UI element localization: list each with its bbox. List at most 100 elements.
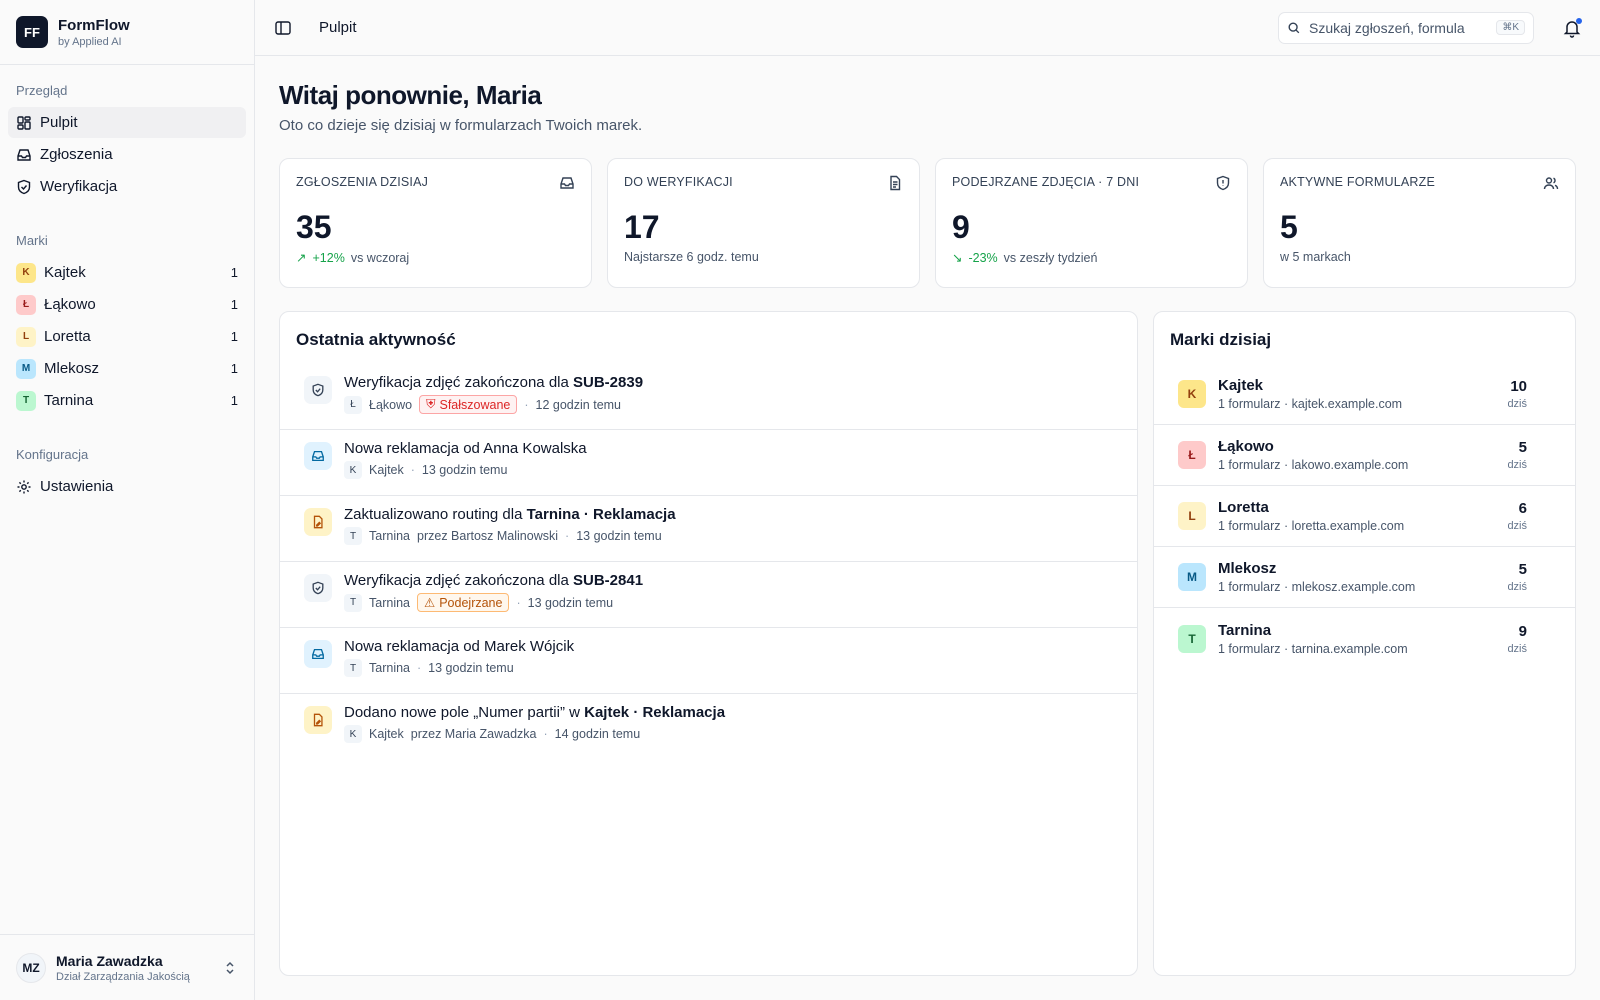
inbox-icon xyxy=(17,148,31,161)
activity-title-text: Weryfikacja zdjęć zakończona dla xyxy=(344,374,573,391)
panels-row: Ostatnia aktywność Weryfikacja zdjęć zak… xyxy=(279,311,1576,976)
brand-badge: Ł xyxy=(16,294,36,315)
user-department: Dział Zarządzania Jakością xyxy=(56,970,190,983)
meta-separator: · xyxy=(543,727,548,741)
search-input[interactable] xyxy=(1309,19,1489,36)
brand-badge: K xyxy=(344,461,362,479)
brand-name: Kajtek xyxy=(1218,377,1264,394)
page-title: Witaj ponownie, Maria xyxy=(279,80,542,110)
activity-item[interactable]: Nowa reklamacja od Marek Wójcik T Tarnina ·… xyxy=(280,628,1137,694)
activity-brand: Tarnina xyxy=(369,595,410,610)
brand-row[interactable]: K Kajtek 1 formularz · kajtek.example.com 1… xyxy=(1154,364,1575,425)
shield-alert-icon xyxy=(1216,175,1230,191)
sidebar-item-brand[interactable]: K Kajtek 1 xyxy=(8,257,246,288)
sidebar-item-count: 1 xyxy=(230,329,238,344)
notifications-button[interactable] xyxy=(1562,17,1582,38)
activity-item[interactable]: Weryfikacja zdjęć zakończona dla SUB-284… xyxy=(280,562,1137,628)
sidebar-item-brand[interactable]: M Mlekosz 1 xyxy=(8,353,246,384)
stat-card-suspicious-photos[interactable]: Podejrzane zdjęcia · 7 dni 9 ↘ -23% vs z… xyxy=(935,158,1248,288)
activity-meta: T Tarnina przez Bartosz Malinowski · 13 godz… xyxy=(344,527,676,545)
brand-row[interactable]: M Mlekosz 1 formularz · mlekosz.example.co… xyxy=(1154,547,1575,608)
activity-brand: Kajtek xyxy=(369,727,404,741)
brand-count-unit: dziś xyxy=(1507,398,1527,410)
activity-meta: Ł Łąkowo ⛨ Sfałszowane · 12 godzin temu xyxy=(344,395,643,414)
brand-badge: T xyxy=(344,659,362,677)
stat-card-active-forms[interactable]: Aktywne formularze 5 w 5 markach xyxy=(1263,158,1576,288)
search-icon xyxy=(1288,21,1300,33)
stat-label: Do weryfikacji xyxy=(624,175,733,189)
sidebar-item-pulpit[interactable]: Pulpit xyxy=(8,107,246,138)
brand-count-unit: dziś xyxy=(1507,459,1527,471)
sidebar-item-count: 1 xyxy=(230,265,238,280)
nav-section-brands: Marki xyxy=(16,233,48,248)
app-brand[interactable]: FF FormFlow by Applied AI xyxy=(0,0,254,65)
brand-row[interactable]: L Loretta 1 formularz · loretta.example.co… xyxy=(1154,486,1575,547)
shield-alert-icon: ⛨ xyxy=(426,397,436,411)
app-root: FF FormFlow by Applied AI Przegląd Pulpi… xyxy=(0,0,1600,1000)
brand-meta: 1 formularz · lakowo.example.com xyxy=(1218,458,1409,472)
status-badge-label: Podejrzane xyxy=(439,595,503,610)
activity-item[interactable]: Dodano nowe pole „Numer partii” w Kajtek… xyxy=(280,694,1137,760)
sidebar-item-count: 1 xyxy=(230,393,238,408)
brand-badge: Ł xyxy=(1178,441,1206,469)
stat-foot: ↘ -23% vs zeszły tydzień xyxy=(952,250,1231,266)
sidebar-item-brand[interactable]: T Tarnina 1 xyxy=(8,385,246,416)
activity-title: Zaktualizowano routing dla Tarnina · Rek… xyxy=(344,506,676,523)
brand-badge: L xyxy=(16,326,36,347)
app-logo: FF xyxy=(16,16,48,48)
breadcrumb: Pulpit xyxy=(319,19,357,36)
search-box[interactable]: ⌘K xyxy=(1278,11,1534,44)
trend-up-icon: ↗ xyxy=(296,251,307,265)
brand-count: 10 dziś xyxy=(1507,378,1527,410)
notification-dot xyxy=(1576,17,1582,24)
topbar: Pulpit ⌘K xyxy=(255,0,1600,56)
stat-delta: +12% xyxy=(312,250,345,265)
stat-foot-text: Najstarsze 6 godz. temu xyxy=(624,250,759,264)
stat-foot: ↗ +12% vs wczoraj xyxy=(296,250,575,266)
activity-brand: Kajtek xyxy=(369,463,404,477)
stat-foot: Najstarsze 6 godz. temu xyxy=(624,250,903,264)
brand-info: Loretta 1 formularz · loretta.example.com xyxy=(1218,499,1495,533)
brand-count-value: 9 xyxy=(1518,622,1527,640)
brand-count: 6 dziś xyxy=(1507,500,1527,532)
sidebar-item-brand[interactable]: L Loretta 1 xyxy=(8,321,246,352)
brand-count-value: 10 xyxy=(1510,378,1527,395)
sidebar-item-label: Pulpit xyxy=(40,114,78,131)
sidebar-item-label: Ustawienia xyxy=(40,478,114,495)
sidebar-item-label: Mlekosz xyxy=(44,360,100,377)
activity-icon xyxy=(304,640,332,668)
brand-info: Łąkowo 1 formularz · lakowo.example.com xyxy=(1218,438,1495,472)
brand-badge: K xyxy=(1178,380,1206,408)
inbox-icon xyxy=(312,648,324,660)
activity-meta: K Kajtek przez Maria Zawadzka · 14 godzin te… xyxy=(344,725,725,743)
sidebar-item-label: Tarnina xyxy=(44,392,94,409)
sidebar-item-settings[interactable]: Ustawienia xyxy=(8,471,246,502)
activity-title-bold: Tarnina · Reklamacja xyxy=(526,506,676,523)
brand-row[interactable]: Ł Łąkowo 1 formularz · lakowo.example.com 5… xyxy=(1154,425,1575,486)
user-menu[interactable]: MZ Maria Zawadzka Dział Zarządzania Jako… xyxy=(0,934,254,1000)
sidebar-item-zgloszenia[interactable]: Zgłoszenia xyxy=(8,139,246,170)
stat-label: Aktywne formularze xyxy=(1280,175,1435,189)
panel-title: Ostatnia aktywność xyxy=(296,330,456,349)
brand-badge: T xyxy=(344,593,362,612)
sidebar-item-brand[interactable]: Ł Łąkowo 1 xyxy=(8,289,246,320)
meta-separator: · xyxy=(417,661,422,675)
activity-time: 13 godzin temu xyxy=(421,463,508,477)
status-badge: ⚠ Podejrzane xyxy=(417,593,510,612)
activity-item[interactable]: Zaktualizowano routing dla Tarnina · Rek… xyxy=(280,496,1137,562)
sidebar-item-weryfikacja[interactable]: Weryfikacja xyxy=(8,171,246,202)
stat-card-to-verify[interactable]: Do weryfikacji 17 Najstarsze 6 godz. tem… xyxy=(607,158,920,288)
activity-list: Weryfikacja zdjęć zakończona dla SUB-283… xyxy=(280,364,1137,760)
activity-body: Dodano nowe pole „Numer partii” w Kajtek… xyxy=(344,702,725,743)
stat-card-submissions[interactable]: Zgłoszenia dzisiaj 35 ↗ +12% vs wczoraj xyxy=(279,158,592,288)
activity-item[interactable]: Weryfikacja zdjęć zakończona dla SUB-283… xyxy=(280,364,1137,430)
activity-item[interactable]: Nowa reklamacja od Anna Kowalska K Kajtek ·… xyxy=(280,430,1137,496)
sidebar-toggle-icon[interactable] xyxy=(273,18,293,38)
activity-meta: T Tarnina ⚠ Podejrzane · 13 godzin temu xyxy=(344,593,643,612)
inbox-icon xyxy=(560,177,574,189)
brand-row[interactable]: T Tarnina 1 formularz · tarnina.example.co… xyxy=(1154,608,1575,669)
sidebar: FF FormFlow by Applied AI Przegląd Pulpi… xyxy=(0,0,255,1000)
nav-section-config: Konfiguracja xyxy=(16,447,89,462)
user-text: Maria Zawadzka Dział Zarządzania Jakości… xyxy=(56,953,212,983)
stat-value: 9 xyxy=(952,209,970,245)
